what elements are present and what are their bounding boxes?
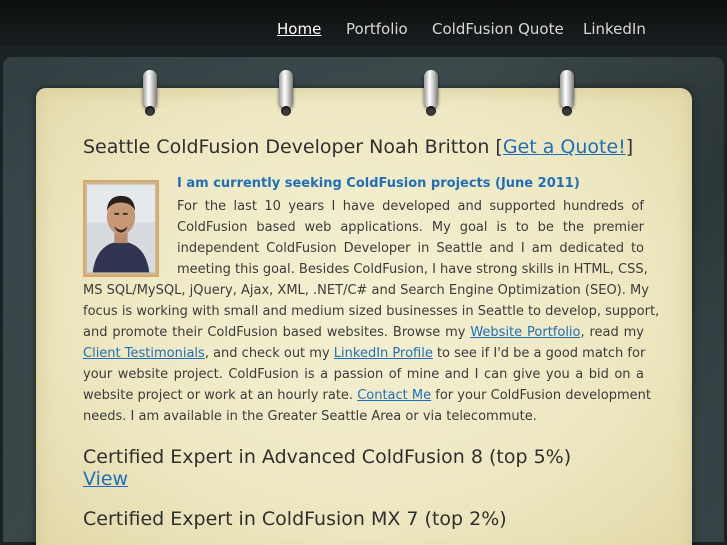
- contact-me-link[interactable]: Contact Me: [357, 388, 431, 403]
- page-title: Seattle ColdFusion Developer Noah Britto…: [83, 136, 683, 158]
- binder-ring-icon: [424, 70, 438, 116]
- website-portfolio-link[interactable]: Website Portfolio: [470, 325, 580, 340]
- body-text-line: website project or work at an hourly rat…: [83, 385, 651, 406]
- nav-linkedin[interactable]: LinkedIn: [583, 20, 646, 42]
- lead-text: I am currently seeking ColdFusion projec…: [177, 176, 580, 191]
- cert-view-link[interactable]: View: [83, 468, 128, 490]
- page-title-text: Seattle ColdFusion Developer Noah Britto…: [83, 136, 503, 158]
- nav-home[interactable]: Home: [277, 20, 321, 42]
- nav-portfolio[interactable]: Portfolio: [346, 20, 408, 42]
- linkedin-profile-link[interactable]: LinkedIn Profile: [334, 346, 433, 361]
- body-text-line: independent ColdFusion Developer in Seat…: [177, 241, 644, 256]
- body-text-line: Client Testimonials, and check out my Li…: [83, 343, 646, 364]
- binder-ring-icon: [143, 70, 157, 116]
- body-text-line: For the last 10 years I have developed a…: [177, 199, 644, 214]
- client-testimonials-link[interactable]: Client Testimonials: [83, 346, 205, 361]
- body-text-segment: , and check out my: [204, 346, 334, 361]
- binder-ring-icon: [279, 70, 293, 116]
- get-a-quote-link[interactable]: Get a Quote!: [503, 136, 626, 158]
- body-text-line: needs. I am available in the Greater Sea…: [83, 409, 537, 424]
- body-text-line: ColdFusion based web applications. My go…: [177, 220, 644, 235]
- body-text-segment: , read my: [580, 325, 645, 340]
- body-text-segment: website project or work at an hourly rat…: [83, 388, 358, 403]
- body-text-line: meeting this goal. Besides ColdFusion, I…: [177, 262, 648, 277]
- body-text-line: and promote their ColdFusion based websi…: [83, 322, 644, 343]
- body-text-segment: to see if I'd be a good match for: [432, 346, 646, 361]
- cert-heading-cf8: Certified Expert in Advanced ColdFusion …: [83, 446, 572, 468]
- cert-heading-cfmx7: Certified Expert in ColdFusion MX 7 (top…: [83, 508, 507, 530]
- body-text-line: focus is working with small and medium s…: [83, 304, 660, 319]
- body-text-segment: and promote their ColdFusion based websi…: [83, 325, 471, 340]
- binder-ring-icon: [560, 70, 574, 116]
- person-avatar-icon: [87, 184, 155, 273]
- profile-photo: [83, 180, 159, 277]
- page-title-end: ]: [625, 136, 634, 158]
- body-text-segment: for your ColdFusion development: [431, 388, 651, 403]
- nav-coldfusion-quote[interactable]: ColdFusion Quote: [432, 20, 564, 42]
- body-text-line: your website project. ColdFusion is a pa…: [83, 367, 644, 382]
- body-text-line: MS SQL/MySQL, jQuery, Ajax, XML, .NET/C#…: [83, 283, 649, 298]
